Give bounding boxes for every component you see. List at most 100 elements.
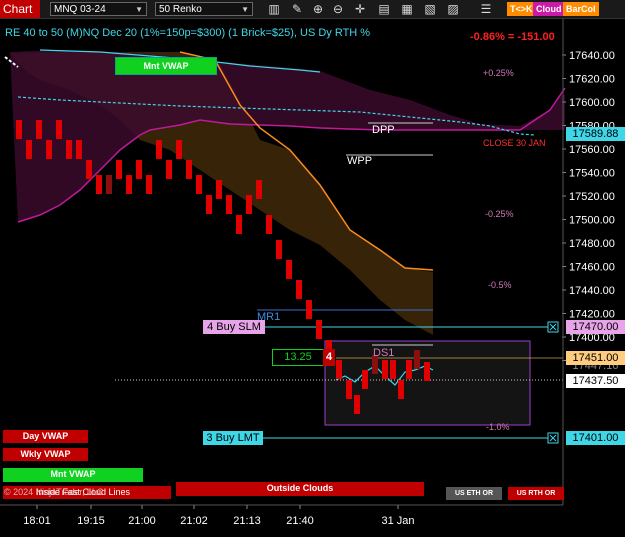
renko-brick <box>16 120 22 139</box>
renko-brick <box>126 175 132 194</box>
close-order-icon[interactable] <box>547 321 559 333</box>
price-tag: 17589.88 <box>566 127 625 141</box>
template-icon[interactable]: ▨ <box>445 1 461 17</box>
time-axis: 18:01 19:15 21:00 21:02 21:13 21:40 31 Jan <box>0 504 563 527</box>
renko-brick <box>206 195 212 214</box>
position-qty[interactable]: 4 <box>323 349 335 366</box>
us-rth-or-button[interactable]: US RTH OR <box>508 487 564 500</box>
outside-clouds-button[interactable]: Outside Clouds <box>176 482 424 496</box>
instrument-selector[interactable]: MNQ 03-24 ▼ <box>50 2 147 16</box>
renko-brick <box>46 140 52 159</box>
pct-label: -0.5% <box>488 280 512 290</box>
chart-canvas: 17640.0017620.0017600.0017580.0017560.00… <box>0 19 615 527</box>
properties-icon[interactable]: ▤ <box>376 1 392 17</box>
renko-brick <box>398 380 404 399</box>
wpp-label: WPP <box>347 155 373 167</box>
price-tick-label: 17420.00 <box>569 309 615 321</box>
barcol-toggle[interactable]: BarCol <box>563 2 599 16</box>
chart-toolbar: Chart MNQ 03-24 ▼ 50 Renko ▼ ▥ ✎ ⊕ ⊖ ✛ ▤ ▦… <box>0 0 625 19</box>
renko-brick <box>226 195 232 214</box>
close-order-icon[interactable] <box>547 432 559 444</box>
renko-brick <box>316 320 322 339</box>
zoom-out-icon[interactable]: ⊖ <box>330 1 346 17</box>
renko-brick <box>246 195 252 214</box>
position-pnl[interactable]: 13.25 <box>272 349 324 366</box>
chart-tab[interactable]: Chart <box>0 0 40 18</box>
chart-area[interactable]: 17640.0017620.0017600.0017580.0017560.00… <box>0 19 625 532</box>
pct-label: -1.0% <box>486 422 510 432</box>
price-tick-label: 17640.00 <box>569 50 615 62</box>
price-tick-label: 17620.00 <box>569 74 615 86</box>
renko-brick <box>346 380 352 399</box>
renko-brick <box>390 360 396 379</box>
renko-brick <box>286 260 292 279</box>
renko-brick <box>406 360 412 379</box>
wkly-vwap-button[interactable]: Wkly VWAP <box>3 448 88 461</box>
buy-lmt-order[interactable]: 3 Buy LMT <box>203 431 263 445</box>
copyright-text: © 2024 NinjaTrader, LLC <box>4 487 104 497</box>
mnt-vwap-button[interactable]: Mnt VWAP <box>3 468 143 482</box>
pnl-label: -0.86% = -151.00 <box>470 31 555 43</box>
renko-brick <box>414 350 420 369</box>
price-tag: 17401.00 <box>566 431 625 445</box>
time-tick-label: 21:13 <box>233 515 261 527</box>
price-tick-label: 17560.00 <box>569 144 615 156</box>
cloud-toggle[interactable]: Cloud <box>533 2 565 16</box>
renko-brick <box>96 175 102 194</box>
crosshair-icon[interactable]: ✛ <box>352 1 368 17</box>
price-tick-label: 17460.00 <box>569 262 615 274</box>
us-eth-or-button[interactable]: US ETH OR <box>446 487 502 500</box>
pct-label: +0.25% <box>483 68 514 78</box>
price-tick-label: 17600.00 <box>569 97 615 109</box>
chart-title: RE 40 to 50 (M)NQ Dec 20 (1%=150p=$300) … <box>5 27 371 39</box>
bars-icon[interactable]: ▥ <box>266 1 282 17</box>
renko-brick <box>176 140 182 159</box>
renko-brick <box>156 140 162 159</box>
renko-brick <box>336 360 342 379</box>
renko-brick <box>56 120 62 139</box>
bar-type-value: 50 Renko <box>159 4 202 15</box>
bar-type-selector[interactable]: 50 Renko ▼ <box>155 2 253 16</box>
price-tick-label: 17440.00 <box>569 285 615 297</box>
price-tick-label: 17500.00 <box>569 215 615 227</box>
tk-toggle[interactable]: T<>K <box>507 2 536 16</box>
renko-brick <box>236 215 242 234</box>
renko-brick <box>166 160 172 179</box>
renko-brick <box>26 140 32 159</box>
day-vwap-button[interactable]: Day VWAP <box>3 430 88 443</box>
zoom-in-icon[interactable]: ⊕ <box>310 1 326 17</box>
renko-brick <box>146 175 152 194</box>
pct-label: -0.25% <box>485 209 514 219</box>
price-tag: 17470.00 <box>566 320 625 334</box>
renko-brick <box>256 180 262 199</box>
menu-icon[interactable]: ☰ <box>478 1 494 17</box>
renko-brick <box>86 160 92 179</box>
renko-brick <box>306 300 312 319</box>
renko-brick <box>382 360 388 379</box>
time-tick-label: 21:02 <box>180 515 208 527</box>
renko-brick <box>106 175 112 194</box>
close-30jan-label: CLOSE 30 JAN <box>483 138 546 148</box>
renko-brick <box>66 140 72 159</box>
dpp-label: DPP <box>372 124 395 136</box>
instrument-value: MNQ 03-24 <box>54 4 106 15</box>
time-tick-label: 31 Jan <box>381 515 414 527</box>
renko-brick <box>196 175 202 194</box>
mnt-vwap-label: Mnt VWAP <box>115 57 217 75</box>
price-tick-label: 17540.00 <box>569 168 615 180</box>
data-box-icon[interactable]: ▧ <box>422 1 438 17</box>
ds1-label: DS1 <box>373 347 395 359</box>
price-tick-label: 17480.00 <box>569 238 615 250</box>
renko-brick <box>116 160 122 179</box>
chevron-down-icon: ▼ <box>135 5 143 14</box>
price-tick-label: 17520.00 <box>569 191 615 203</box>
renko-brick <box>266 215 272 234</box>
time-tick-label: 19:15 <box>77 515 105 527</box>
price-tag: 17451.00 <box>566 351 625 365</box>
price-tag: 17437.50 <box>566 374 625 388</box>
renko-brick <box>296 280 302 299</box>
strategies-icon[interactable]: ▦ <box>399 1 415 17</box>
time-tick-label: 21:00 <box>128 515 156 527</box>
pencil-icon[interactable]: ✎ <box>289 1 305 17</box>
buy-slm-order[interactable]: 4 Buy SLM <box>203 320 265 334</box>
